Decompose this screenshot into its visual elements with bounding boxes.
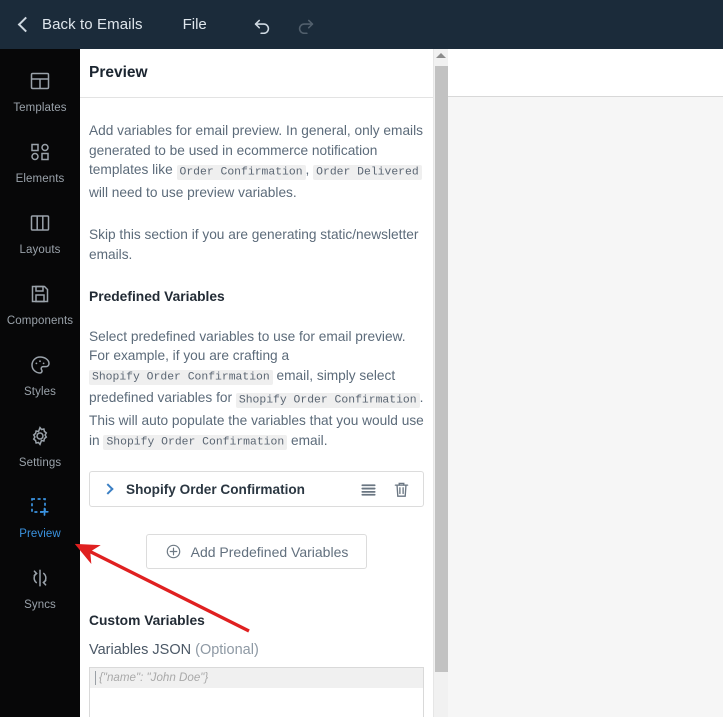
- predefined-description: Select predefined variables to use for e…: [89, 327, 424, 454]
- plus-circle-icon: [165, 543, 182, 560]
- undo-icon[interactable]: [251, 14, 273, 36]
- sidebar-item-layouts[interactable]: Layouts: [0, 208, 80, 256]
- palette-icon: [28, 350, 52, 380]
- sidebar-label-syncs: Syncs: [24, 599, 56, 611]
- sidebar-label-styles: Styles: [24, 386, 56, 398]
- columns-layout-icon: [28, 208, 52, 238]
- variables-json-optional-text: (Optional): [195, 642, 259, 659]
- predefined-variable-row-label: Shopify Order Confirmation: [126, 481, 305, 497]
- sidebar-item-templates[interactable]: Templates: [0, 66, 80, 114]
- text-caret: [95, 671, 96, 686]
- template-layout-icon: [28, 66, 52, 96]
- chip-shopify-order-confirmation-2: Shopify Order Confirmation: [235, 392, 420, 408]
- scroll-up-arrow-icon[interactable]: [436, 53, 446, 58]
- intro-text-2: will need to use preview variables.: [89, 184, 297, 200]
- save-floppy-icon: [28, 279, 52, 309]
- file-menu-button[interactable]: File: [183, 16, 207, 33]
- add-predefined-variables-wrap: Add Predefined Variables: [89, 534, 424, 570]
- left-sidebar: Templates Elements Layouts Components St…: [0, 49, 80, 717]
- preview-settings-panel: Preview Add variables for email preview.…: [80, 49, 433, 717]
- email-canvas-area[interactable]: [448, 49, 723, 717]
- predef-text-1: Select predefined variables to use for e…: [89, 328, 406, 364]
- variables-json-placeholder: {"name": "John Doe"}: [99, 671, 209, 685]
- sidebar-label-templates: Templates: [13, 102, 67, 114]
- chip-order-delivered: Order Delivered: [313, 164, 422, 180]
- sidebar-item-components[interactable]: Components: [0, 279, 80, 327]
- panel-header: Preview: [80, 49, 433, 98]
- sidebar-item-settings[interactable]: Settings: [0, 421, 80, 469]
- add-predefined-variables-button[interactable]: Add Predefined Variables: [145, 534, 368, 570]
- chip-shopify-order-confirmation-1: Shopify Order Confirmation: [89, 370, 273, 386]
- predefined-variables-heading: Predefined Variables: [89, 288, 225, 304]
- top-bar: Back to Emails File: [0, 0, 723, 49]
- intro-comma: ,: [305, 162, 314, 178]
- sidebar-label-preview: Preview: [19, 528, 61, 540]
- variables-json-editor[interactable]: {"name": "John Doe"}: [89, 667, 424, 717]
- custom-variables-heading: Custom Variables: [89, 613, 205, 629]
- sidebar-item-syncs[interactable]: Syncs: [0, 563, 80, 611]
- chip-order-confirmation: Order Confirmation: [176, 164, 306, 180]
- predefined-variable-row[interactable]: Shopify Order Confirmation: [89, 471, 424, 508]
- intro-paragraph: Add variables for email preview. In gene…: [89, 121, 424, 202]
- list-lines-icon[interactable]: [359, 480, 378, 499]
- sync-refresh-icon: [28, 563, 52, 593]
- elements-shapes-icon: [28, 137, 52, 167]
- redo-icon[interactable]: [295, 14, 317, 36]
- sidebar-label-elements: Elements: [15, 173, 65, 185]
- predef-text-4: email.: [287, 432, 328, 448]
- dashed-square-plus-icon: [28, 492, 52, 522]
- gear-icon: [28, 421, 52, 451]
- skip-note-paragraph: Skip this section if you are generating …: [89, 227, 419, 262]
- history-actions: [251, 14, 317, 36]
- sidebar-label-settings: Settings: [18, 457, 62, 469]
- sidebar-item-elements[interactable]: Elements: [0, 137, 80, 185]
- page-title: Preview: [89, 64, 148, 81]
- app-root: Back to Emails File Templates Elements L…: [0, 0, 723, 717]
- panel-scrollbar[interactable]: [433, 49, 448, 717]
- panel-body: Add variables for email preview. In gene…: [80, 121, 433, 717]
- chevron-right-icon[interactable]: [102, 483, 114, 495]
- chevron-left-icon: [17, 16, 34, 33]
- trash-icon[interactable]: [392, 480, 411, 499]
- scroll-thumb[interactable]: [435, 66, 448, 672]
- sidebar-item-styles[interactable]: Styles: [0, 350, 80, 398]
- variables-json-label: Variables JSON (Optional): [89, 642, 424, 658]
- canvas-toolbar: [448, 49, 723, 97]
- sidebar-label-components: Components: [6, 315, 74, 327]
- sidebar-label-layouts: Layouts: [19, 244, 61, 256]
- add-predefined-variables-label: Add Predefined Variables: [190, 543, 349, 560]
- variables-json-label-text: Variables JSON: [89, 642, 196, 659]
- chip-shopify-order-confirmation-3: Shopify Order Confirmation: [103, 435, 288, 451]
- back-to-emails-button[interactable]: Back to Emails: [17, 16, 143, 33]
- back-to-emails-label: Back to Emails: [42, 16, 143, 33]
- sidebar-item-preview[interactable]: Preview: [0, 492, 80, 540]
